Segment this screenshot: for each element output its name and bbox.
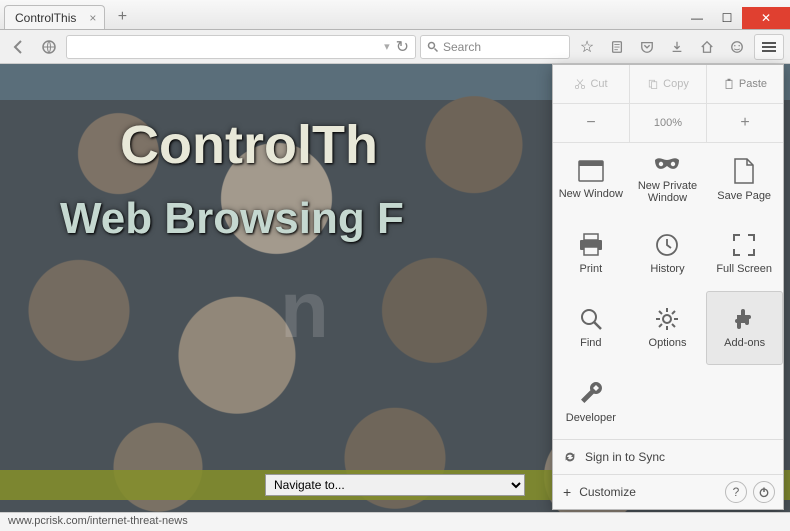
copy-icon xyxy=(647,78,659,90)
window-icon xyxy=(578,160,604,182)
cut-icon xyxy=(574,78,586,90)
paste-button[interactable]: Paste xyxy=(707,65,783,103)
wrench-icon xyxy=(578,380,604,406)
app-menu-panel: Cut Copy Paste − 100% + New Window New P… xyxy=(552,64,784,510)
menu-grid: New Window New Private Window Save Page … xyxy=(553,143,783,439)
edit-row: Cut Copy Paste xyxy=(553,65,783,104)
navigate-select[interactable]: Navigate to... xyxy=(265,474,525,496)
copy-button[interactable]: Copy xyxy=(630,65,707,103)
titlebar: ControlThis × + — ☐ ✕ xyxy=(0,0,790,30)
help-button[interactable]: ? xyxy=(725,481,747,503)
puzzle-icon xyxy=(733,307,757,331)
menu-button[interactable] xyxy=(754,34,784,60)
fullscreen-item[interactable]: Full Screen xyxy=(706,217,783,291)
developer-item[interactable]: Developer xyxy=(553,365,630,439)
history-item[interactable]: History xyxy=(630,217,707,291)
quit-button[interactable] xyxy=(753,481,775,503)
zoom-row: − 100% + xyxy=(553,104,783,143)
navbar: ▾ ↻ Search ☆ xyxy=(0,30,790,64)
hero-title: ControlTh xyxy=(120,114,378,176)
zoom-out-button[interactable]: − xyxy=(553,104,630,142)
reload-icon[interactable]: ↻ xyxy=(396,37,409,57)
status-url: www.pcrisk.com/internet-threat-news xyxy=(8,515,188,527)
tab-close-icon[interactable]: × xyxy=(89,11,96,25)
zoom-level[interactable]: 100% xyxy=(630,104,707,142)
fullscreen-icon xyxy=(732,233,756,257)
find-item[interactable]: Find xyxy=(553,291,630,365)
addons-item[interactable]: Add-ons xyxy=(706,291,783,365)
window-close-button[interactable]: ✕ xyxy=(742,7,790,29)
url-input[interactable]: ▾ ↻ xyxy=(66,35,416,59)
magnifier-icon xyxy=(579,307,603,331)
save-page-item[interactable]: Save Page xyxy=(706,143,783,217)
search-placeholder: Search xyxy=(443,40,481,54)
smiley-icon[interactable] xyxy=(724,34,750,60)
sync-icon xyxy=(563,450,577,464)
empty-slot xyxy=(706,365,783,439)
home-icon[interactable] xyxy=(694,34,720,60)
window-controls: — ☐ ✕ xyxy=(682,7,790,29)
clock-icon xyxy=(655,233,679,257)
reader-icon[interactable] xyxy=(604,34,630,60)
new-window-item[interactable]: New Window xyxy=(553,143,630,217)
minimize-button[interactable]: — xyxy=(682,7,712,29)
downloads-icon[interactable] xyxy=(664,34,690,60)
empty-slot xyxy=(630,365,707,439)
print-item[interactable]: Print xyxy=(553,217,630,291)
plus-icon: + xyxy=(563,484,571,500)
menu-footer: Sign in to Sync + Customize ? xyxy=(553,439,783,509)
hamburger-icon xyxy=(762,46,776,48)
hero-subtitle: Web Browsing F xyxy=(60,194,404,244)
page-icon xyxy=(733,158,755,184)
new-private-window-item[interactable]: New Private Window xyxy=(630,143,707,217)
status-bar: www.pcrisk.com/internet-threat-news xyxy=(0,512,790,531)
mask-icon xyxy=(653,156,681,174)
bookmark-star-icon[interactable]: ☆ xyxy=(574,34,600,60)
maximize-button[interactable]: ☐ xyxy=(712,7,742,29)
globe-icon[interactable] xyxy=(36,34,62,60)
search-input[interactable]: Search xyxy=(420,35,570,59)
zoom-in-button[interactable]: + xyxy=(707,104,783,142)
pocket-icon[interactable] xyxy=(634,34,660,60)
print-icon xyxy=(578,233,604,257)
cut-button[interactable]: Cut xyxy=(553,65,630,103)
search-icon xyxy=(427,41,439,53)
sign-in-sync[interactable]: Sign in to Sync xyxy=(553,440,783,474)
back-button[interactable] xyxy=(6,34,32,60)
new-tab-button[interactable]: + xyxy=(111,7,133,27)
options-item[interactable]: Options xyxy=(630,291,707,365)
browser-tab[interactable]: ControlThis × xyxy=(4,5,105,29)
gear-icon xyxy=(655,307,679,331)
power-icon xyxy=(758,486,770,498)
paste-icon xyxy=(723,78,735,90)
tab-title: ControlThis xyxy=(15,11,76,25)
dropdown-icon[interactable]: ▾ xyxy=(384,40,390,53)
customize-button[interactable]: + Customize xyxy=(553,475,725,509)
